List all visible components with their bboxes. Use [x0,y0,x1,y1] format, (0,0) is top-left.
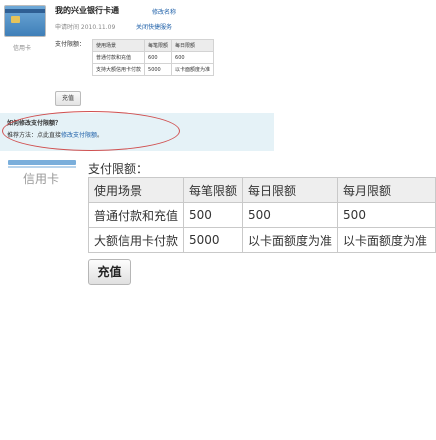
recharge-button[interactable]: 充值 [88,259,131,285]
table-cell: 600 [171,51,215,64]
table-cell: 500 [183,202,244,228]
recharge-button-small[interactable]: 充值 [55,91,81,106]
limit-table: 使用场景 每笔限额 每日限额 每月限额 普通付款和充值 500 500 500 … [87,177,436,253]
header-cell: 每笔限额 [183,177,244,203]
edit-name-link[interactable]: 修改名称 [152,7,176,16]
table-cell: 普通付款和充值 [87,202,185,228]
header-cell: 每日限额 [171,39,215,52]
header-cell: 使用场景 [87,177,185,203]
limit-label: 支付限额： [55,41,86,48]
table-row: 支持大额信用卡付款 5000 以卡面额度为准 [91,63,215,76]
header-cell: 每日限额 [242,177,339,203]
small-limit-table: 使用场景 每笔限额 每日限额 普通付款和充值 600 600 支持大额信用卡付款… [91,39,215,76]
table-cell: 以卡面额度为准 [242,227,339,253]
credit-card-icon [4,5,46,37]
table-row: 大额信用卡付款 5000 以卡面额度为准 以卡面额度为准 [87,227,436,253]
table-cell: 以卡面额度为准 [171,63,215,76]
limit-label-large: 支付限额： [88,162,149,176]
header-cell: 每笔限额 [144,39,173,52]
table-header-row: 使用场景 每笔限额 每日限额 每月限额 [87,177,436,203]
card-stripe [8,166,76,168]
table-header-row: 使用场景 每笔限额 每日限额 [91,39,215,52]
close-quick-pay-link[interactable]: 关闭快捷服务 [136,22,172,31]
table-row: 普通付款和充值 500 500 500 [87,202,436,228]
card-type-label: 信用卡 [13,45,32,52]
table-cell: 普通付款和充值 [91,51,146,64]
apply-time: 申请时间 2010.11.09 [55,24,116,31]
header-cell: 每月限额 [337,177,436,203]
table-cell: 600 [144,51,173,64]
table-row: 普通付款和充值 600 600 [91,51,215,64]
table-cell: 5000 [183,227,244,253]
table-cell: 500 [242,202,339,228]
table-cell: 500 [337,202,436,228]
credit-card-icon-large [8,160,76,165]
table-cell: 以卡面额度为准 [337,227,436,253]
table-cell: 5000 [144,63,173,76]
card-type-label-large: 信用卡 [23,172,60,186]
table-cell: 大额信用卡付款 [87,227,185,253]
table-cell: 支持大额信用卡付款 [91,63,146,76]
card-title: 我的兴业银行卡通 [55,6,119,15]
header-cell: 使用场景 [91,39,146,52]
highlight-ellipse [2,111,180,151]
